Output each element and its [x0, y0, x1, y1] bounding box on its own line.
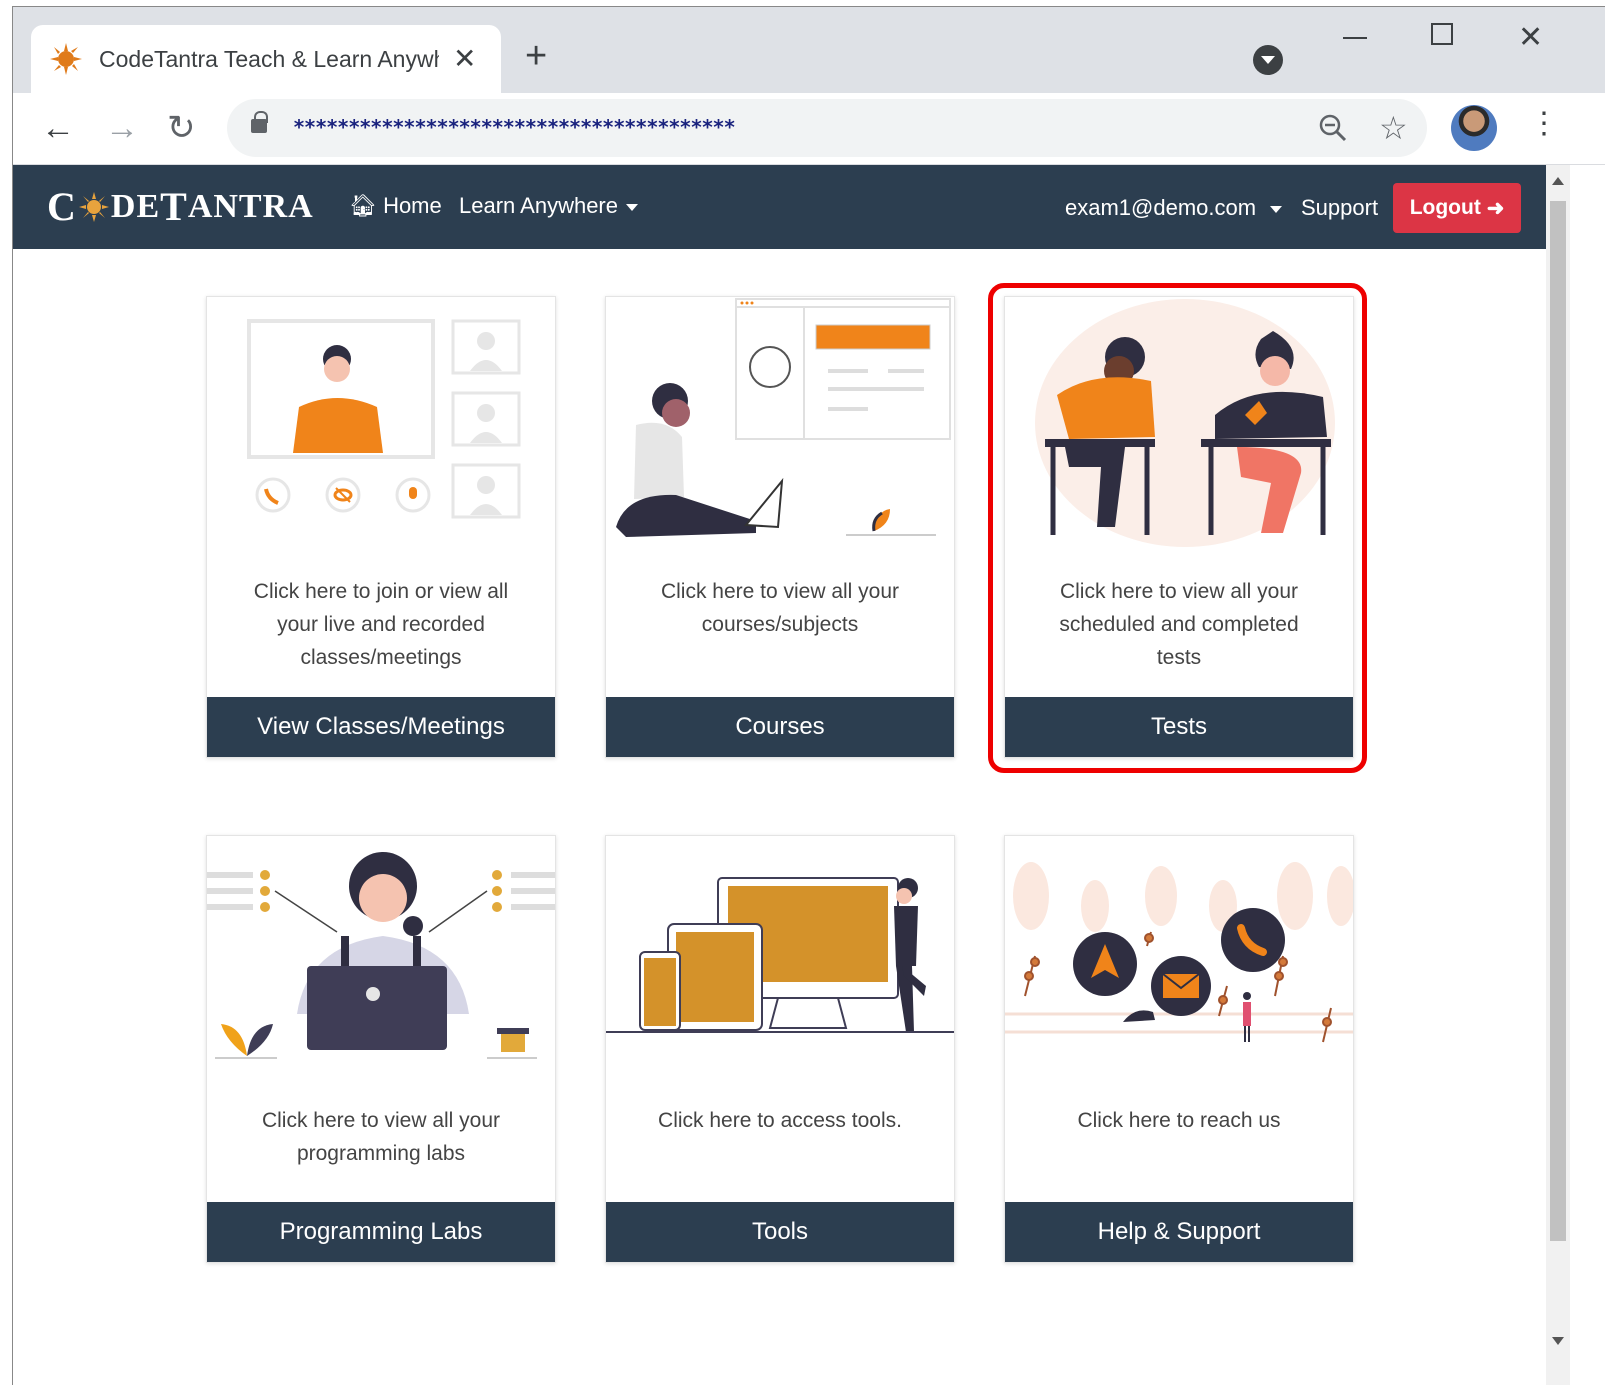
browser-window: CodeTantra Teach & Learn Anywhere ✕ + ✕ …: [12, 6, 1605, 1385]
courses-button[interactable]: Courses: [606, 697, 954, 757]
scroll-up-icon[interactable]: [1552, 177, 1564, 185]
tools-illustration: [606, 836, 954, 1084]
nav-support-link[interactable]: Support: [1301, 195, 1378, 221]
programming-labs-button[interactable]: Programming Labs: [207, 1202, 555, 1262]
zoom-out-icon[interactable]: [1317, 112, 1349, 144]
card-description: Click here to view all your programming …: [261, 1109, 501, 1165]
caret-down-icon: [626, 203, 638, 211]
programming-labs-illustration: [207, 836, 555, 1084]
view-classes-meetings-button[interactable]: View Classes/Meetings: [207, 697, 555, 757]
card-description: Click here to access tools.: [658, 1109, 902, 1132]
card-description: Click here to reach us: [1077, 1109, 1281, 1132]
logout-button[interactable]: Logout ➜: [1393, 183, 1521, 233]
card-programming-labs[interactable]: Click here to view all your programming …: [206, 835, 556, 1263]
card-tools[interactable]: Click here to access tools. Tools: [605, 835, 955, 1263]
back-arrow-icon[interactable]: ←: [41, 111, 75, 145]
browser-tab[interactable]: CodeTantra Teach & Learn Anywhere ✕: [31, 25, 501, 93]
logout-icon: ➜: [1486, 196, 1505, 220]
lock-icon: [251, 111, 268, 133]
classes-illustration: [207, 297, 555, 565]
scroll-thumb[interactable]: [1550, 201, 1566, 1241]
courses-illustration: [606, 297, 954, 565]
tab-strip: CodeTantra Teach & Learn Anywhere ✕ + ✕: [13, 7, 1605, 93]
address-bar[interactable]: ****************************************…: [227, 99, 1427, 157]
card-description: Click here to join or view all your live…: [253, 580, 509, 669]
nav-home-link[interactable]: 🏠︎ Home: [349, 193, 442, 219]
nav-learn-anywhere-dropdown[interactable]: Learn Anywhere: [459, 193, 638, 219]
caret-down-icon: [1270, 205, 1283, 213]
tools-button[interactable]: Tools: [606, 1202, 954, 1262]
forward-arrow-icon[interactable]: →: [105, 111, 139, 145]
help-support-button[interactable]: Help & Support: [1005, 1202, 1353, 1262]
profile-avatar[interactable]: [1451, 105, 1497, 151]
browser-toolbar: ← → ↻ **********************************…: [13, 93, 1605, 165]
window-close-icon[interactable]: ✕: [1518, 23, 1543, 53]
card-tests[interactable]: Click here to view all your scheduled an…: [1004, 296, 1354, 758]
bookmark-star-icon[interactable]: ☆: [1379, 109, 1408, 147]
help-support-illustration: [1005, 836, 1353, 1084]
codetantra-logo[interactable]: C DE T ANTRA: [47, 183, 314, 230]
site-navbar: C DE T ANTRA 🏠︎ Home Learn Anywhere exam1@…: [13, 165, 1546, 249]
card-description: Click here to view all your scheduled an…: [1059, 580, 1299, 669]
sun-logo-icon: [78, 191, 109, 222]
card-classes-meetings[interactable]: Click here to join or view all your live…: [206, 296, 556, 758]
tab-title: CodeTantra Teach & Learn Anywhere: [99, 45, 439, 72]
card-description: Click here to view all your courses/subj…: [660, 580, 900, 636]
card-courses[interactable]: Click here to view all your courses/subj…: [605, 296, 955, 758]
home-icon: 🏠︎: [349, 193, 377, 218]
maximize-icon[interactable]: [1431, 23, 1453, 45]
codetantra-favicon-icon: [50, 43, 82, 75]
reload-icon[interactable]: ↻: [167, 111, 196, 145]
tab-search-icon[interactable]: [1253, 45, 1283, 75]
page-scrollbar[interactable]: [1546, 165, 1570, 1385]
browser-menu-icon[interactable]: ⋮: [1529, 109, 1559, 139]
tab-close-icon[interactable]: ✕: [453, 45, 476, 73]
card-help-support[interactable]: Click here to reach us Help & Support: [1004, 835, 1354, 1263]
scroll-down-icon[interactable]: [1552, 1337, 1564, 1345]
url-text: ****************************************: [293, 115, 736, 139]
minimize-icon[interactable]: [1343, 23, 1367, 39]
tests-illustration: [1005, 297, 1353, 565]
nav-user-dropdown[interactable]: exam1@demo.com: [1065, 195, 1283, 221]
tests-button[interactable]: Tests: [1005, 697, 1353, 757]
new-tab-plus-icon[interactable]: +: [525, 37, 547, 75]
